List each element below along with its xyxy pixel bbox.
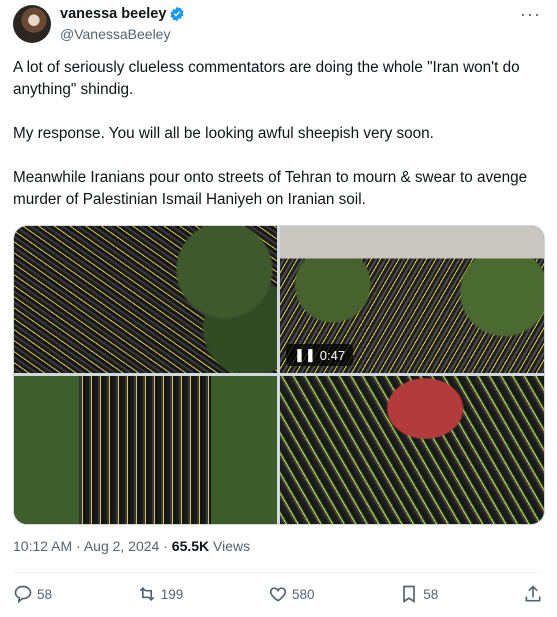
reply-count: 58 (37, 586, 53, 602)
repost-count: 199 (160, 586, 184, 602)
views-label: Views (213, 538, 251, 554)
more-icon[interactable]: ··· (520, 4, 541, 25)
video-duration-badge[interactable]: ❚❚ 0:47 (286, 344, 354, 366)
video-duration: 0:47 (319, 347, 346, 363)
like-button[interactable]: 580 (268, 584, 315, 604)
bookmark-count: 58 (423, 586, 439, 602)
divider (13, 572, 543, 573)
tweet-time[interactable]: 10:12 AM (13, 538, 72, 554)
like-icon (269, 587, 287, 602)
author-name-text: vanessa beeley (60, 6, 167, 22)
reply-button[interactable]: 58 (13, 584, 52, 604)
media-photo-1[interactable] (14, 226, 277, 373)
repost-icon (139, 586, 155, 602)
reply-icon (14, 585, 32, 604)
tweet-text: A lot of seriously clueless commentators… (13, 59, 528, 208)
tweet-meta: 10:12 AM · Aug 2, 2024 · 65.5K Views (13, 538, 251, 554)
share-button[interactable] (523, 584, 543, 604)
media-photo-3[interactable] (280, 376, 544, 524)
repost-button[interactable]: 199 (137, 584, 184, 604)
like-count: 580 (292, 586, 315, 602)
media-photo-2[interactable] (14, 376, 277, 524)
bookmark-button[interactable]: 58 (399, 584, 438, 604)
bookmark-icon (403, 585, 416, 604)
pause-icon: ❚❚ (294, 347, 316, 362)
action-bar: 58 199 580 58 (13, 584, 543, 604)
views-count: 65.5K (171, 538, 210, 554)
media-grid[interactable]: ❚❚ 0:47 (13, 225, 545, 525)
author-name[interactable]: vanessa beeley (60, 6, 185, 22)
tweet-date[interactable]: Aug 2, 2024 (84, 538, 160, 554)
verified-badge-icon (169, 6, 185, 22)
author-handle[interactable]: @VanessaBeeley (60, 26, 170, 42)
share-icon (525, 585, 541, 602)
author-avatar[interactable] (13, 5, 51, 43)
